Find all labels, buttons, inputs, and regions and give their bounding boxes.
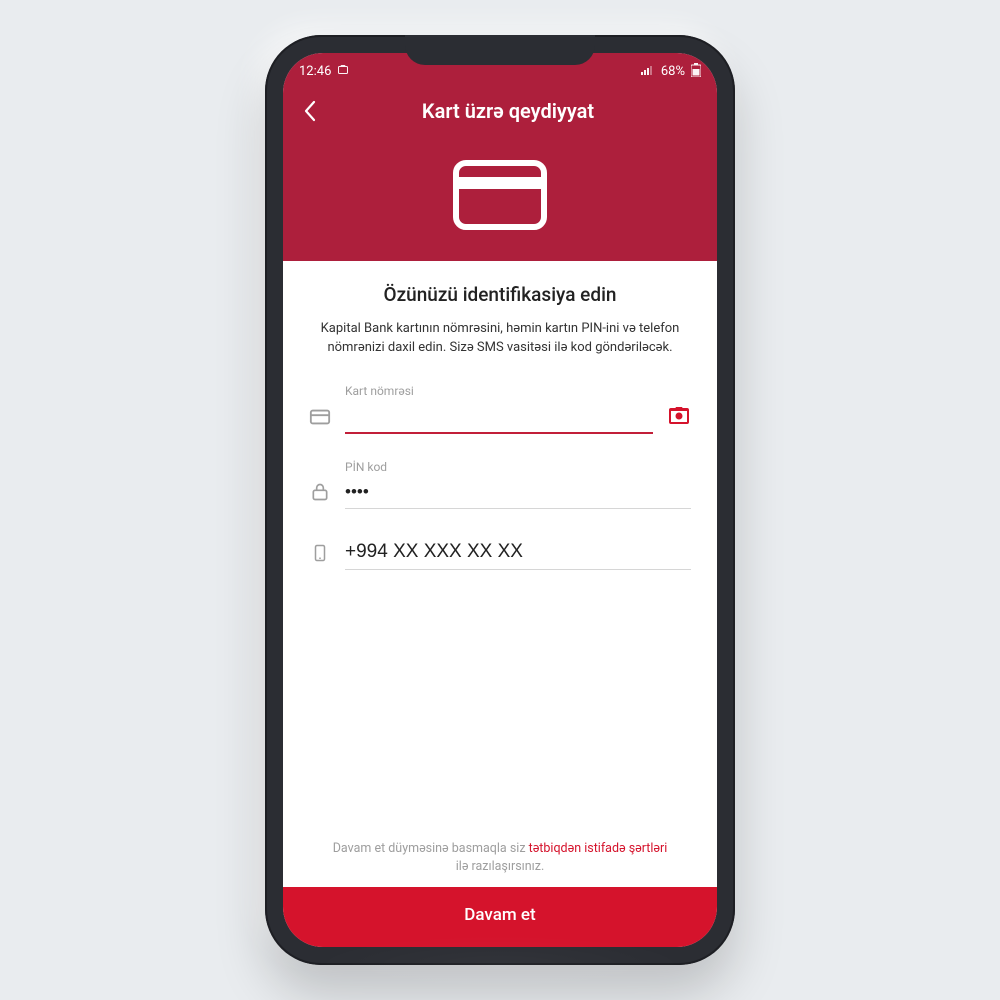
status-battery-text: 68% — [661, 64, 685, 79]
terms-suffix: ilə razılaşırsınız. — [456, 859, 545, 874]
screen: 12:46 68% — [283, 53, 717, 947]
terms-prefix: Davam et düyməsinə basmaqla siz — [333, 841, 529, 856]
pin-field: PİN kod — [309, 460, 691, 509]
scan-card-button[interactable] — [667, 404, 691, 428]
card-number-label: Kart nömrəsi — [345, 384, 653, 398]
page-title: Kart üzrə qeydiyyat — [315, 99, 701, 123]
header-area: 12:46 68% — [283, 53, 717, 261]
phone-icon — [309, 542, 331, 564]
phone-input[interactable] — [345, 535, 691, 570]
card-number-field: Kart nömrəsi — [309, 384, 691, 434]
content-body: Özünüzü identifikasiya edin Kapital Bank… — [283, 261, 717, 887]
pin-input[interactable] — [345, 476, 691, 509]
pin-label: PİN kod — [345, 460, 691, 474]
device-notch — [405, 35, 595, 65]
continue-button[interactable]: Davam et — [283, 887, 717, 947]
lock-icon — [309, 481, 331, 503]
content-description: Kapital Bank kartının nömrəsini, həmin k… — [309, 320, 691, 358]
screenshot-icon — [337, 64, 349, 79]
card-hero-icon — [283, 133, 717, 261]
battery-icon — [691, 63, 701, 80]
card-number-input[interactable] — [345, 400, 653, 434]
terms-link[interactable]: tətbiqdən istifadə şərtləri — [529, 841, 668, 856]
signal-icon — [641, 65, 655, 78]
status-time: 12:46 — [299, 64, 331, 79]
card-icon — [309, 406, 331, 428]
terms-text: Davam et düyməsinə basmaqla siz tətbiqdə… — [309, 840, 691, 887]
content-heading: Özünüzü identifikasiya edin — [309, 283, 691, 306]
phone-field — [309, 535, 691, 570]
phone-frame: 12:46 68% — [265, 35, 735, 965]
title-bar: Kart üzrə qeydiyyat — [283, 85, 717, 133]
spacer — [309, 596, 691, 840]
